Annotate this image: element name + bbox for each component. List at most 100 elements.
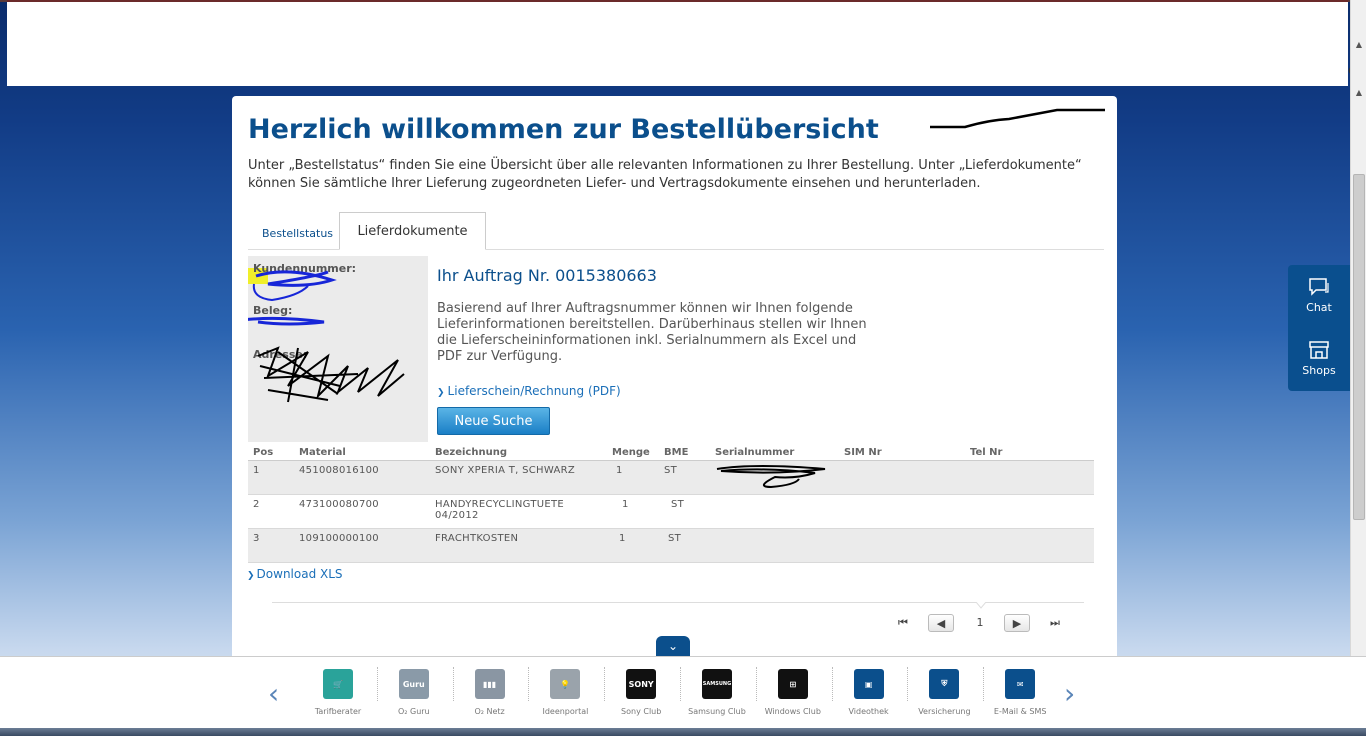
customer-info-box: Kundennummer: Beleg: Adresse:	[248, 256, 428, 442]
pager-divider	[272, 602, 1084, 603]
tab-bestellstatus[interactable]: Bestellstatus	[248, 212, 347, 250]
tab-lieferdokumente[interactable]: Lieferdokumente	[339, 212, 486, 250]
order-overview-panel: Herzlich willkommen zur Bestellübersicht…	[232, 96, 1117, 658]
redaction-banner	[7, 0, 1348, 86]
scroll-up-arrow[interactable]: ▲	[1351, 38, 1366, 52]
app-label: Videothek	[848, 707, 889, 716]
chevron-down-icon[interactable]: ⌄	[656, 636, 690, 658]
redaction-scribbles	[248, 270, 405, 403]
app-label: O₂ Netz	[474, 707, 505, 716]
o2-guru-icon: Guru	[398, 669, 429, 699]
cell-sim	[839, 494, 965, 529]
app-separator	[376, 667, 378, 701]
current-page-number: 1	[976, 616, 984, 629]
cell-serialnummer	[710, 494, 839, 529]
chevron-left-icon[interactable]: ‹	[268, 677, 279, 710]
app-videothek[interactable]: ▣ Videothek	[833, 669, 905, 716]
app-versicherung[interactable]: ⛨ Versicherung	[908, 669, 980, 716]
ideenportal-icon: 💡	[550, 669, 581, 699]
app-label: Versicherung	[918, 707, 971, 716]
col-header-menge: Menge	[607, 446, 659, 461]
videothek-icon: ▣	[853, 669, 884, 699]
chat-button[interactable]: Chat	[1288, 277, 1350, 314]
chat-icon	[1309, 278, 1329, 296]
app-separator	[755, 667, 757, 701]
page-scrollbar[interactable]: ▲ ▲	[1350, 0, 1366, 656]
app-label: Samsung Club	[688, 707, 746, 716]
download-xls-label: Download XLS	[256, 567, 343, 581]
cell-serialnummer	[710, 528, 839, 563]
chevron-right-icon[interactable]: ›	[1064, 677, 1075, 710]
app-separator	[452, 667, 454, 701]
app-o2-netz[interactable]: ▮▮▮ O₂ Netz	[454, 669, 526, 716]
chevron-right-icon: ❯	[247, 571, 255, 581]
cell-bezeichnung: HANDYRECYCLINGTUETE 04/2012	[430, 494, 607, 529]
tarifberater-icon: 🛒	[323, 669, 353, 699]
samsung-club-icon: SAMSUNG	[702, 669, 732, 699]
first-page-icon[interactable]: ⏮	[892, 614, 914, 632]
o2-netz-icon: ▮▮▮	[474, 669, 505, 699]
app-windows-club[interactable]: ⊞ Windows Club	[757, 669, 829, 716]
col-header-bezeichnung: Bezeichnung	[430, 446, 607, 461]
cell-sim	[839, 528, 965, 563]
order-description: Basierend auf Ihrer Auftragsnummer könne…	[437, 301, 867, 364]
app-o2-guru[interactable]: Guru O₂ Guru	[378, 669, 450, 716]
scroll-up-arrow-2[interactable]: ▲	[1351, 86, 1366, 100]
cell-pos: 3	[248, 528, 294, 563]
versicherung-icon: ⛨	[929, 669, 960, 699]
col-header-serialnummer: Serialnummer	[710, 446, 839, 461]
col-header-material: Material	[294, 446, 430, 461]
order-number-title: Ihr Auftrag Nr. 0015380663	[437, 266, 657, 285]
os-taskbar	[0, 728, 1366, 736]
sony-club-icon: SONY	[626, 669, 657, 699]
cell-bme: ST	[659, 494, 710, 529]
shops-button[interactable]: Shops	[1288, 340, 1350, 377]
last-page-icon[interactable]: ⏭	[1044, 614, 1066, 632]
cell-material: 473100080700	[294, 494, 430, 529]
delivery-items-table: Pos Material Bezeichnung Menge BME Seria…	[248, 446, 1094, 563]
app-ideenportal[interactable]: 💡 Ideenportal	[529, 669, 601, 716]
cell-tel	[965, 460, 1094, 495]
cell-bme: ST	[659, 528, 710, 563]
chevron-right-icon: ❯	[437, 388, 445, 398]
table-row: 3 109100000100 FRACHTKOSTEN 1 ST	[248, 528, 1094, 563]
app-separator	[831, 667, 833, 701]
prev-page-button[interactable]: ◀	[928, 614, 954, 632]
app-label: Windows Club	[764, 707, 821, 716]
app-email-sms[interactable]: ✉ E-Mail & SMS	[984, 669, 1056, 716]
cell-pos: 2	[248, 494, 294, 529]
cell-menge: 1	[607, 494, 659, 529]
app-launcher-bar: ‹ › 🛒 Tarifberater Guru O₂ Guru ▮▮▮ O₂ Netz 💡 I…	[0, 656, 1366, 728]
cell-material: 109100000100	[294, 528, 430, 563]
col-header-pos: Pos	[248, 446, 294, 461]
next-page-button[interactable]: ▶	[1004, 614, 1030, 632]
scroll-thumb[interactable]	[1353, 174, 1365, 520]
app-samsung-club[interactable]: SAMSUNG Samsung Club	[681, 669, 753, 716]
cell-pos: 1	[248, 460, 294, 495]
app-label: O₂ Guru	[397, 707, 430, 716]
redaction-scribble	[716, 464, 826, 488]
new-search-button[interactable]: Neue Suche	[437, 407, 550, 435]
cell-serialnummer	[710, 460, 839, 495]
redaction-scribble	[930, 108, 1105, 129]
col-header-tel: Tel Nr	[965, 446, 1094, 461]
app-separator	[528, 667, 530, 701]
pdf-link-label: Lieferschein/Rechnung (PDF)	[447, 384, 621, 398]
page-title: Herzlich willkommen zur Bestellübersicht	[248, 114, 879, 145]
intro-text: Unter „Bestellstatus“ finden Sie eine Üb…	[248, 158, 1082, 191]
table-row: 1 451008016100 SONY XPERIA T, SCHWARZ 1 …	[248, 460, 1094, 495]
tab-bar: Bestellstatus Lieferdokumente	[248, 212, 1104, 250]
app-separator	[604, 667, 606, 701]
download-xls-link[interactable]: ❯ Download XLS	[247, 567, 343, 581]
app-separator	[907, 667, 909, 701]
app-tarifberater[interactable]: 🛒 Tarifberater	[302, 669, 374, 716]
side-action-panel: Chat Shops	[1288, 265, 1350, 391]
email-sms-icon: ✉	[1005, 669, 1036, 699]
pdf-download-link[interactable]: ❯ Lieferschein/Rechnung (PDF)	[437, 384, 621, 398]
app-separator	[680, 667, 681, 701]
app-label: Sony Club	[621, 707, 662, 716]
col-header-bme: BME	[659, 446, 710, 461]
app-sony-club[interactable]: SONY Sony Club	[605, 669, 677, 716]
cell-sim	[839, 460, 965, 495]
table-header-row: Pos Material Bezeichnung Menge BME Seria…	[248, 446, 1094, 461]
